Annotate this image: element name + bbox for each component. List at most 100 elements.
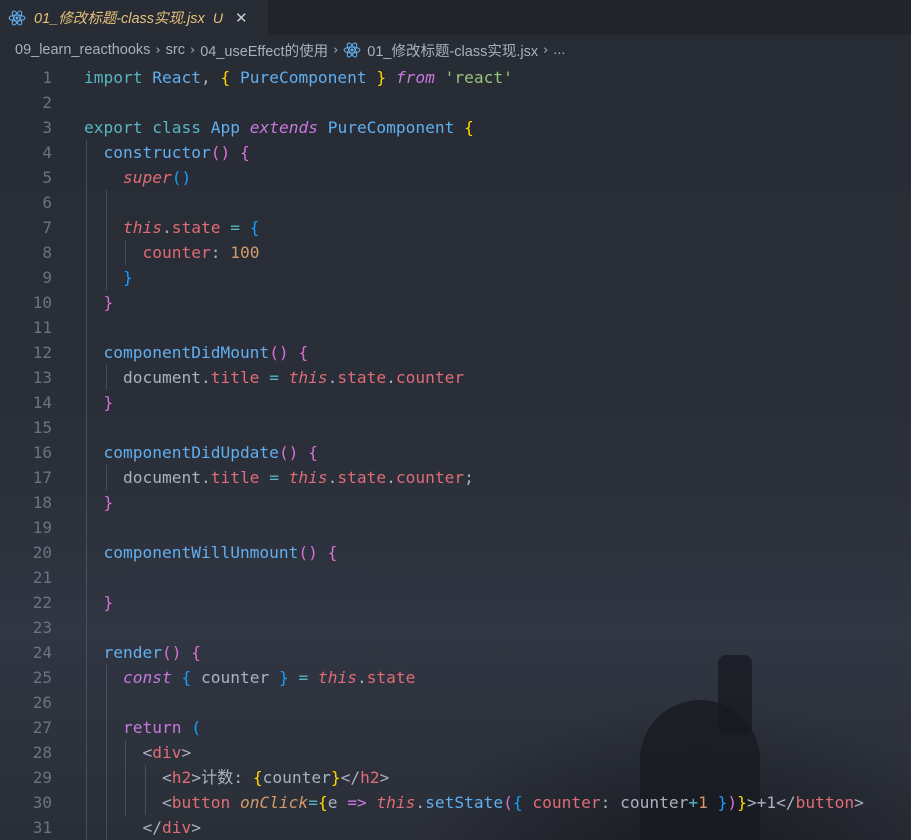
code-line[interactable]: 9 }: [0, 265, 911, 290]
code-line[interactable]: 1 import React, { PureComponent } from 'r…: [0, 65, 911, 90]
line-number: 25: [32, 668, 52, 687]
code-token: }: [278, 668, 289, 687]
code-line[interactable]: 2: [0, 90, 911, 115]
code-token: componentDidMount: [103, 343, 270, 362]
code-line[interactable]: 30 <button onClick={e => this.setState({…: [0, 790, 911, 815]
line-number: 14: [32, 393, 52, 412]
line-number: 15: [32, 418, 52, 437]
code-line[interactable]: 22 }: [0, 590, 911, 615]
code-token: (): [161, 643, 182, 662]
code-token: 计数:: [200, 768, 253, 787]
code-line[interactable]: 20 componentWillUnmount() {: [0, 540, 911, 565]
code-editor[interactable]: 1 import React, { PureComponent } from 'r…: [0, 65, 911, 840]
line-number: 13: [32, 368, 52, 387]
code-token: }: [717, 793, 728, 812]
code-line[interactable]: 18 }: [0, 490, 911, 515]
close-icon[interactable]: ✕: [235, 9, 248, 27]
code-token: </: [142, 818, 162, 837]
breadcrumb-folder-src[interactable]: src: [166, 42, 185, 58]
line-number: 9: [42, 268, 52, 287]
code-line[interactable]: 11: [0, 315, 911, 340]
code-token: (): [269, 343, 289, 362]
code-token: document: [122, 368, 201, 387]
code-line[interactable]: 14 }: [0, 390, 911, 415]
code-line[interactable]: 19: [0, 515, 911, 540]
code-text: this.state = {: [84, 215, 259, 240]
code-token: state: [366, 668, 416, 687]
code-line[interactable]: 8 counter: 100: [0, 240, 911, 265]
code-line[interactable]: 3 export class App extends PureComponent …: [0, 115, 911, 140]
code-line[interactable]: 31 </div>: [0, 815, 911, 840]
code-token: =: [230, 218, 240, 237]
code-token: counter: [532, 793, 601, 812]
code-token: >: [379, 768, 390, 787]
code-token: React: [152, 68, 201, 87]
editor-tab-active[interactable]: 01_修改标题-class实现.jsx U ✕: [0, 0, 268, 35]
code-line[interactable]: 24 render() {: [0, 640, 911, 665]
code-token: .: [327, 368, 338, 387]
code-token: this: [317, 668, 357, 687]
code-token: >: [191, 768, 201, 787]
code-line[interactable]: 17 document.title = this.state.counter;: [0, 465, 911, 490]
code-token: setState: [425, 793, 504, 812]
code-line[interactable]: 12 componentDidMount() {: [0, 340, 911, 365]
code-line[interactable]: 13 document.title = this.state.counter: [0, 365, 911, 390]
line-number: 29: [32, 768, 52, 787]
code-line[interactable]: 10 }: [0, 290, 911, 315]
code-line[interactable]: 23: [0, 615, 911, 640]
code-text: constructor() {: [84, 140, 250, 165]
code-line[interactable]: 7 this.state = {: [0, 215, 911, 240]
code-line[interactable]: 16 componentDidUpdate() {: [0, 440, 911, 465]
breadcrumb-symbol-ellipsis[interactable]: ...: [553, 42, 565, 58]
code-token: <: [161, 768, 172, 787]
code-token: counter: [620, 793, 689, 812]
code-line[interactable]: 29 <h2>计数: {counter}</h2>: [0, 765, 911, 790]
code-line[interactable]: 6: [0, 190, 911, 215]
code-token: 1: [698, 793, 708, 812]
code-line[interactable]: 5 super(): [0, 165, 911, 190]
tab-title: 01_修改标题-class实现.jsx: [34, 11, 205, 27]
indent-guide: [106, 665, 107, 840]
code-token: render: [103, 643, 162, 662]
code-token: }: [103, 293, 114, 312]
code-line[interactable]: 21: [0, 565, 911, 590]
indent-guide: [86, 140, 87, 840]
code-line[interactable]: 27 return (: [0, 715, 911, 740]
code-token: }: [122, 268, 133, 287]
code-line[interactable]: 28 <div>: [0, 740, 911, 765]
breadcrumb-file[interactable]: 01_修改标题-class实现.jsx: [367, 40, 538, 61]
breadcrumb-folder-useeffect[interactable]: 04_useEffect的使用: [200, 40, 328, 61]
code-token: this: [376, 793, 416, 812]
line-number: 31: [32, 818, 52, 837]
breadcrumb-folder-project[interactable]: 09_learn_reacthooks: [15, 42, 150, 58]
code-token: {: [239, 143, 250, 162]
code-text: }: [84, 290, 114, 315]
line-number: 18: [32, 493, 52, 512]
code-token: (): [171, 168, 192, 187]
code-line[interactable]: 4 constructor() {: [0, 140, 911, 165]
code-line[interactable]: 15: [0, 415, 911, 440]
code-line[interactable]: 25 const { counter } = this.state: [0, 665, 911, 690]
code-token: >: [181, 743, 192, 762]
code-line[interactable]: 26: [0, 690, 911, 715]
indent-guide: [106, 465, 107, 490]
